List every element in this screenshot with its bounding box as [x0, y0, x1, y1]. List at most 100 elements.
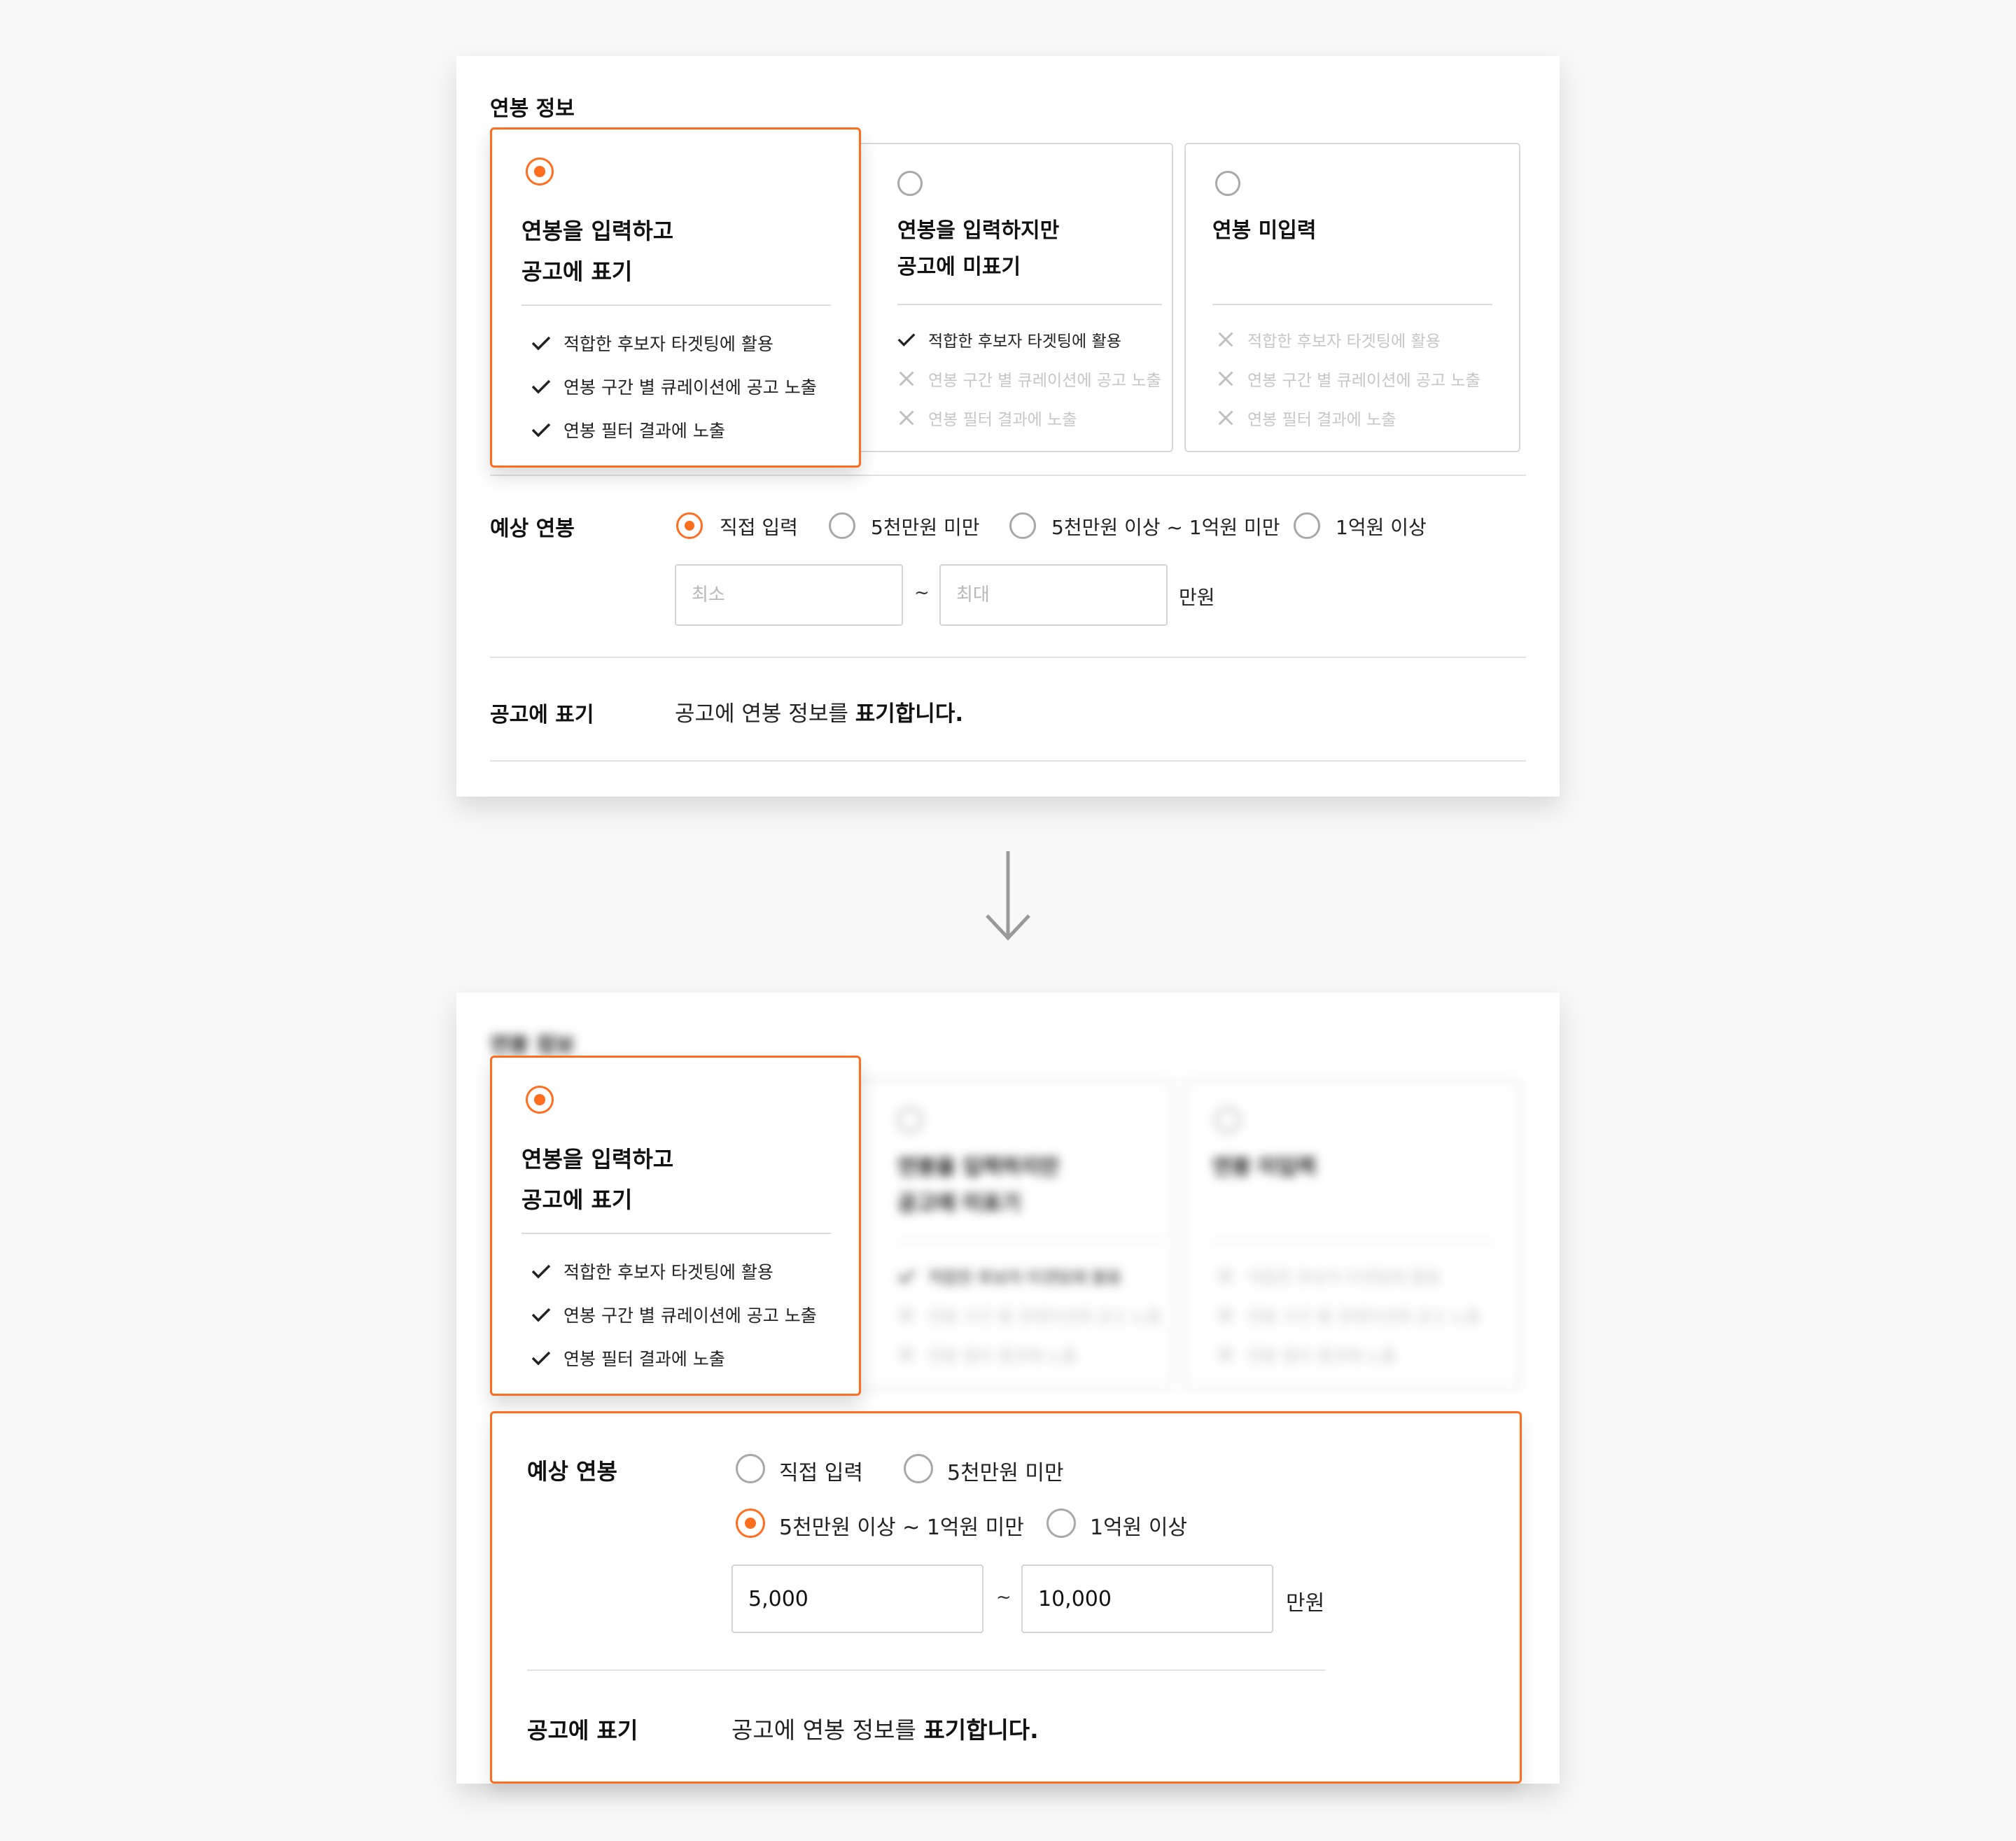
- feature-item-disabled: 연봉 구간 별 큐레이션에 공고 노출: [896, 1303, 1161, 1327]
- divider: [522, 1233, 831, 1234]
- feature-item-disabled: 연봉 필터 결과에 노출: [1215, 406, 1396, 430]
- option-radio[interactable]: [1215, 171, 1240, 196]
- feature-item-disabled: 연봉 필터 결과에 노출: [896, 406, 1077, 430]
- feature-item: 연봉 구간 별 큐레이션에 공고 노출: [530, 374, 817, 399]
- radio-label: 직접 입력: [720, 516, 798, 539]
- divider: [1212, 304, 1492, 305]
- radio-direct-input[interactable]: [736, 1454, 765, 1483]
- divider: [897, 304, 1162, 305]
- salary-option-card-2[interactable]: 연봉을 입력하지만 공고에 미표기 적합한 후보자 타겟팅에 활용 연봉 구간 …: [820, 143, 1173, 452]
- radio-50m-to-100m[interactable]: [736, 1508, 765, 1538]
- min-salary-input[interactable]: [675, 564, 903, 626]
- divider: [1212, 1240, 1492, 1242]
- option-title: 연봉 미입력: [1212, 218, 1317, 243]
- salary-option-card-3[interactable]: 연봉 미입력 적합한 후보자 타겟팅에 활용 연봉 구간 별 큐레이션에 공고 …: [1184, 1079, 1520, 1389]
- feature-item-disabled: 연봉 구간 별 큐레이션에 공고 노출: [896, 367, 1161, 391]
- check-icon: [531, 1351, 551, 1366]
- feature-item: 연봉 필터 결과에 노출: [530, 417, 725, 442]
- feature-item: 연봉 필터 결과에 노출: [530, 1345, 725, 1371]
- divider: [522, 304, 831, 306]
- expected-salary-label: 예상 연봉: [490, 517, 575, 541]
- option-title: 연봉을 입력하지만 공고에 미표기: [897, 218, 1060, 279]
- feature-item-disabled: 적합한 후보자 타겟팅에 활용: [1215, 328, 1441, 351]
- option-title: 연봉을 입력하지만 공고에 미표기: [897, 1155, 1060, 1216]
- expected-salary-section: 예상 연봉 직접 입력 5천만원 미만 5천만원 이상 ~ 1억원 미만 1억원…: [490, 1411, 1522, 1784]
- check-icon: [897, 1270, 916, 1283]
- divider: [527, 1670, 1325, 1671]
- feature-item-disabled: 연봉 필터 결과에 노출: [896, 1343, 1077, 1366]
- max-salary-input[interactable]: [939, 564, 1168, 626]
- display-sentence: 공고에 연봉 정보를 표기합니다.: [675, 701, 964, 727]
- option-radio-selected[interactable]: [526, 158, 554, 186]
- range-separator: ~: [914, 582, 930, 603]
- salary-option-card-2[interactable]: 연봉을 입력하지만 공고에 미표기 적합한 후보자 타겟팅에 활용 연봉 구간 …: [820, 1079, 1173, 1389]
- radio-label: 1억원 이상: [1090, 1516, 1188, 1540]
- range-separator: ~: [996, 1587, 1011, 1608]
- option-radio-selected[interactable]: [526, 1086, 554, 1114]
- check-icon: [531, 379, 551, 394]
- option-title: 연봉 미입력: [1212, 1155, 1317, 1180]
- feature-item-disabled: 연봉 필터 결과에 노출: [1215, 1343, 1396, 1366]
- salary-option-card-1[interactable]: 연봉을 입력하고 공고에 표기 적합한 후보자 타겟팅에 활용 연봉 구간 별 …: [490, 1056, 861, 1396]
- radio-direct-input[interactable]: [676, 512, 703, 539]
- salary-option-card-1[interactable]: 연봉을 입력하고 공고에 표기 적합한 후보자 타겟팅에 활용 연봉 구간 별 …: [490, 127, 861, 468]
- x-icon: [899, 1308, 914, 1323]
- option-radio[interactable]: [1215, 1107, 1240, 1133]
- option-title: 연봉을 입력하고 공고에 표기: [522, 1146, 674, 1213]
- unit-label: 만원: [1286, 1591, 1325, 1616]
- salary-form-after: 연봉 정보 연봉을 입력하고 공고에 표기 적합한 후보자 타겟팅에 활용 연봉…: [456, 993, 1560, 1784]
- radio-label: 5천만원 미만: [871, 516, 980, 539]
- divider: [897, 1240, 1162, 1242]
- display-label: 공고에 표기: [490, 703, 594, 727]
- radio-label: 직접 입력: [779, 1461, 863, 1485]
- check-icon: [531, 423, 551, 438]
- x-icon: [1218, 1347, 1233, 1362]
- check-icon: [897, 333, 916, 346]
- option-radio[interactable]: [897, 1107, 923, 1133]
- radio-under-50m[interactable]: [904, 1454, 933, 1483]
- check-icon: [531, 1264, 551, 1279]
- section-title: 연봉 정보: [490, 1033, 575, 1058]
- x-icon: [1218, 371, 1233, 386]
- radio-label: 5천만원 미만: [947, 1461, 1064, 1485]
- x-icon: [899, 1347, 914, 1362]
- x-icon: [1218, 332, 1233, 347]
- check-icon: [531, 336, 551, 351]
- feature-item: 적합한 후보자 타겟팅에 활용: [530, 330, 774, 356]
- feature-item-disabled: 연봉 구간 별 큐레이션에 공고 노출: [1215, 1303, 1480, 1327]
- option-radio[interactable]: [897, 171, 923, 196]
- feature-item: 연봉 구간 별 큐레이션에 공고 노출: [530, 1302, 817, 1327]
- x-icon: [899, 371, 914, 386]
- check-icon: [531, 1308, 551, 1322]
- min-salary-input[interactable]: [732, 1564, 983, 1633]
- divider: [490, 657, 1526, 658]
- salary-form-before: 연봉 정보 연봉을 입력하고 공고에 표기 적합한 후보자 타겟팅에 활용 연봉…: [456, 56, 1560, 797]
- display-sentence: 공고에 연봉 정보를 표기합니다.: [732, 1716, 1039, 1744]
- display-label: 공고에 표기: [527, 1717, 638, 1744]
- expected-salary-label: 예상 연봉: [527, 1458, 617, 1485]
- radio-over-100m[interactable]: [1046, 1508, 1076, 1538]
- radio-50m-to-100m[interactable]: [1009, 512, 1036, 539]
- feature-item: 적합한 후보자 타겟팅에 활용: [896, 1264, 1121, 1288]
- feature-item: 적합한 후보자 타겟팅에 활용: [896, 328, 1121, 351]
- feature-item: 적합한 후보자 타겟팅에 활용: [530, 1259, 774, 1284]
- salary-option-card-3[interactable]: 연봉 미입력 적합한 후보자 타겟팅에 활용 연봉 구간 별 큐레이션에 공고 …: [1184, 143, 1520, 452]
- radio-label: 5천만원 이상 ~ 1억원 미만: [779, 1516, 1024, 1540]
- radio-over-100m[interactable]: [1294, 512, 1320, 539]
- feature-item-disabled: 연봉 구간 별 큐레이션에 공고 노출: [1215, 367, 1480, 391]
- radio-label: 1억원 이상: [1336, 516, 1427, 539]
- divider: [490, 760, 1526, 762]
- divider: [490, 475, 1526, 476]
- x-icon: [1218, 1308, 1233, 1323]
- feature-item-disabled: 적합한 후보자 타겟팅에 활용: [1215, 1264, 1441, 1288]
- radio-under-50m[interactable]: [829, 512, 855, 539]
- option-title: 연봉을 입력하고 공고에 표기: [522, 218, 674, 285]
- arrow-down-icon: [986, 851, 1030, 941]
- x-icon: [899, 410, 914, 426]
- unit-label: 만원: [1179, 586, 1215, 609]
- x-icon: [1218, 410, 1233, 426]
- radio-label: 5천만원 이상 ~ 1억원 미만: [1051, 516, 1280, 539]
- x-icon: [1218, 1268, 1233, 1284]
- max-salary-input[interactable]: [1021, 1564, 1273, 1633]
- section-title: 연봉 정보: [490, 97, 575, 121]
